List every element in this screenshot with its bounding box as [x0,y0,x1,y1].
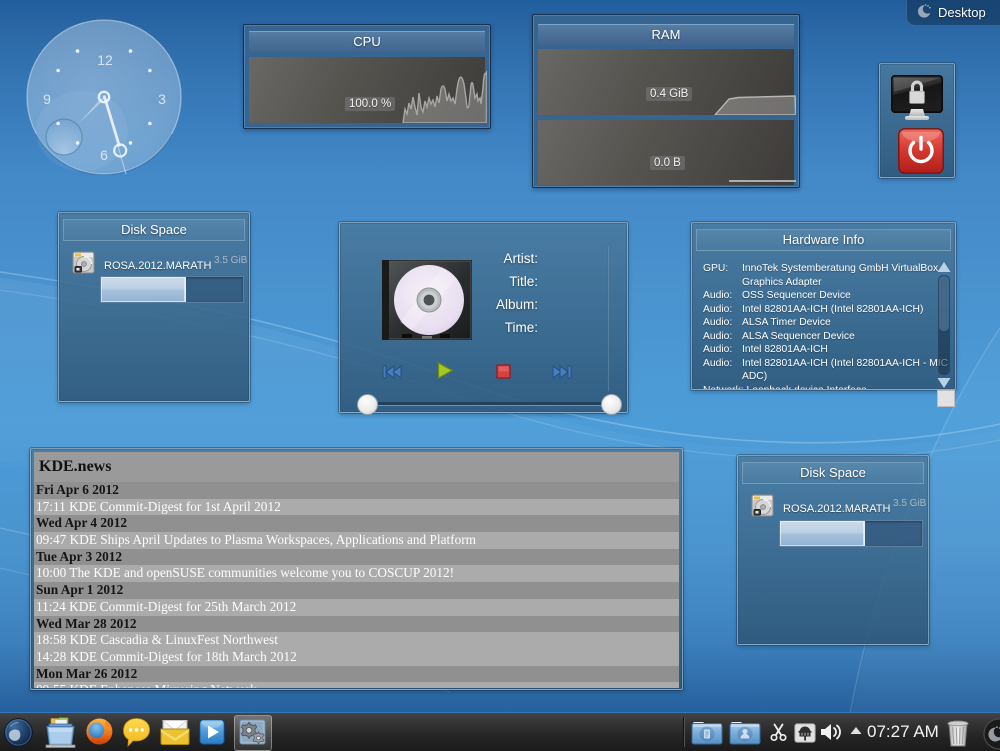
svg-text:3: 3 [158,91,166,107]
svg-text:6: 6 [100,147,108,163]
svg-text:9: 9 [43,91,51,107]
svg-text:12: 12 [97,52,113,68]
